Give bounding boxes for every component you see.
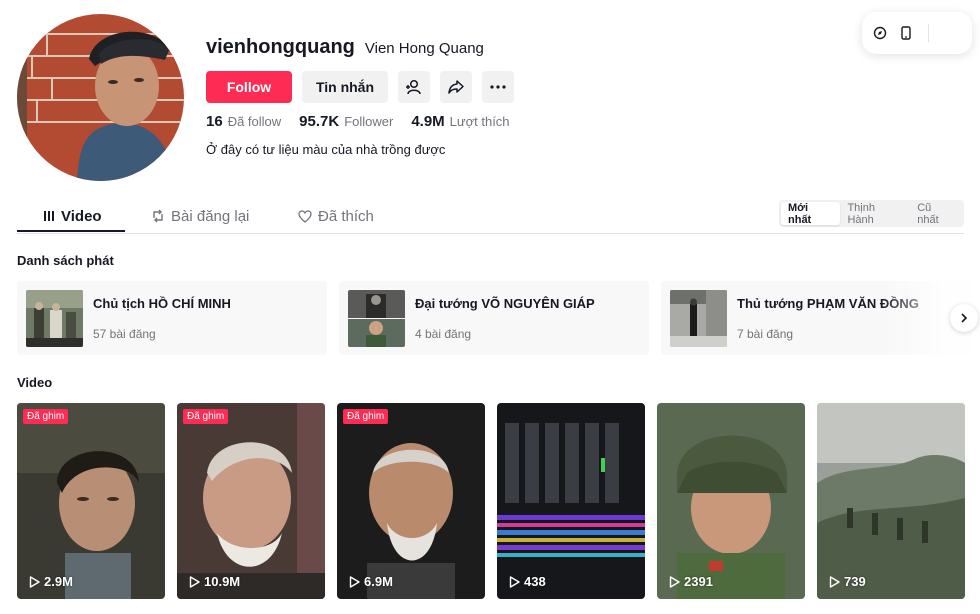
stat-value: 4.9M	[411, 113, 445, 130]
username: vienhongquang	[206, 36, 355, 58]
tab-video[interactable]: Video	[43, 199, 102, 233]
grid-icon	[44, 211, 54, 221]
toolbar-divider	[928, 24, 929, 42]
stat-likes: 4.9M Lượt thích	[411, 113, 509, 130]
profile-bio: Ở đây có tư liệu màu của nhà trồng được	[206, 142, 446, 157]
profile-info: vienhongquang Vien Hong Quang	[206, 36, 484, 64]
playlist-title: Đại tướng VÕ NGUYÊN GIÁP	[415, 296, 595, 311]
play-icon	[29, 575, 40, 588]
share-button[interactable]	[440, 71, 472, 103]
view-count: 10.9M	[189, 574, 240, 589]
view-count-value: 2391	[684, 574, 713, 589]
pinned-badge: Đã ghim	[183, 409, 229, 424]
more-button[interactable]	[482, 71, 514, 103]
play-icon	[669, 575, 680, 588]
view-count-value: 10.9M	[204, 574, 241, 589]
repost-icon	[153, 209, 163, 223]
profile-actions: Follow Tin nhắn	[206, 71, 514, 103]
sort-toggle: Mới nhất Thịnh Hành Cũ nhất	[779, 200, 964, 227]
tab-reposts[interactable]: Bài đăng lại	[151, 199, 249, 233]
playlist-card[interactable]: Đại tướng VÕ NGUYÊN GIÁP 4 bài đăng	[339, 281, 649, 355]
avatar[interactable]	[17, 14, 184, 181]
playlist-count: 7 bài đăng	[737, 327, 794, 341]
follow-button[interactable]: Follow	[206, 71, 292, 103]
stat-value: 95.7K	[299, 113, 340, 130]
view-count: 6.9M	[349, 574, 393, 589]
phone-icon[interactable]	[898, 25, 914, 41]
playlist-thumbnail	[26, 290, 83, 347]
message-button[interactable]: Tin nhắn	[302, 71, 388, 103]
video-card[interactable]: Đã ghim 10.9M	[177, 403, 325, 599]
view-count: 739	[829, 574, 866, 589]
view-count: 2.9M	[29, 574, 73, 589]
sort-newest[interactable]: Mới nhất	[781, 202, 841, 226]
play-icon	[509, 575, 520, 588]
heart-icon	[298, 209, 312, 223]
tab-label: Đã thích	[318, 207, 374, 225]
share-icon	[448, 80, 464, 94]
playlist-count: 57 bài đăng	[93, 327, 156, 341]
more-icon	[490, 85, 506, 89]
compass-icon[interactable]	[872, 25, 888, 41]
playlist-count: 4 bài đăng	[415, 327, 472, 341]
view-count-value: 438	[524, 574, 546, 589]
playlist-thumbnail	[670, 290, 727, 347]
nickname: Vien Hong Quang	[364, 40, 484, 57]
view-count-value: 2.9M	[44, 574, 73, 589]
play-icon	[829, 575, 840, 588]
stat-following[interactable]: 16 Đã follow	[206, 113, 281, 130]
stat-followers[interactable]: 95.7K Follower	[299, 113, 393, 130]
add-friend-button[interactable]	[398, 71, 430, 103]
pinned-badge: Đã ghim	[23, 409, 69, 424]
stat-label: Lượt thích	[449, 114, 510, 129]
view-count-value: 739	[844, 574, 866, 589]
view-count: 2391	[669, 574, 713, 589]
tab-liked[interactable]: Đã thích	[298, 199, 374, 233]
floating-toolbar	[862, 12, 972, 54]
video-card[interactable]: 438	[497, 403, 645, 599]
stat-label: Đã follow	[227, 114, 282, 129]
tab-label: Video	[61, 207, 102, 225]
play-icon	[189, 575, 200, 588]
profile-stats: 16 Đã follow 95.7K Follower 4.9M Lượt th…	[206, 113, 510, 130]
active-tab-indicator	[17, 230, 125, 232]
video-card[interactable]: Đã ghim 2.9M	[17, 403, 165, 599]
tab-label: Bài đăng lại	[171, 207, 250, 225]
video-card[interactable]: 2391	[657, 403, 805, 599]
playlists-heading: Danh sách phát	[17, 253, 114, 268]
stat-value: 16	[206, 113, 223, 130]
chevron-right-icon	[961, 313, 968, 323]
sort-popular[interactable]: Thịnh Hành	[840, 202, 910, 226]
play-icon	[349, 575, 360, 588]
playlist-thumbnail	[348, 290, 405, 347]
view-count-value: 6.9M	[364, 574, 393, 589]
video-card[interactable]: Đã ghim 6.9M	[337, 403, 485, 599]
videos-heading: Video	[17, 375, 53, 390]
playlist-card[interactable]: Chủ tịch HỒ CHÍ MINH 57 bài đăng	[17, 281, 327, 355]
view-count: 438	[509, 574, 546, 589]
video-card[interactable]: 739	[817, 403, 965, 599]
stat-label: Follower	[344, 114, 394, 129]
add-user-icon	[406, 79, 421, 95]
playlist-title: Chủ tịch HỒ CHÍ MINH	[93, 296, 231, 311]
sort-oldest[interactable]: Cũ nhất	[910, 202, 962, 226]
pinned-badge: Đã ghim	[343, 409, 389, 424]
playlist-next-button[interactable]	[950, 304, 978, 332]
